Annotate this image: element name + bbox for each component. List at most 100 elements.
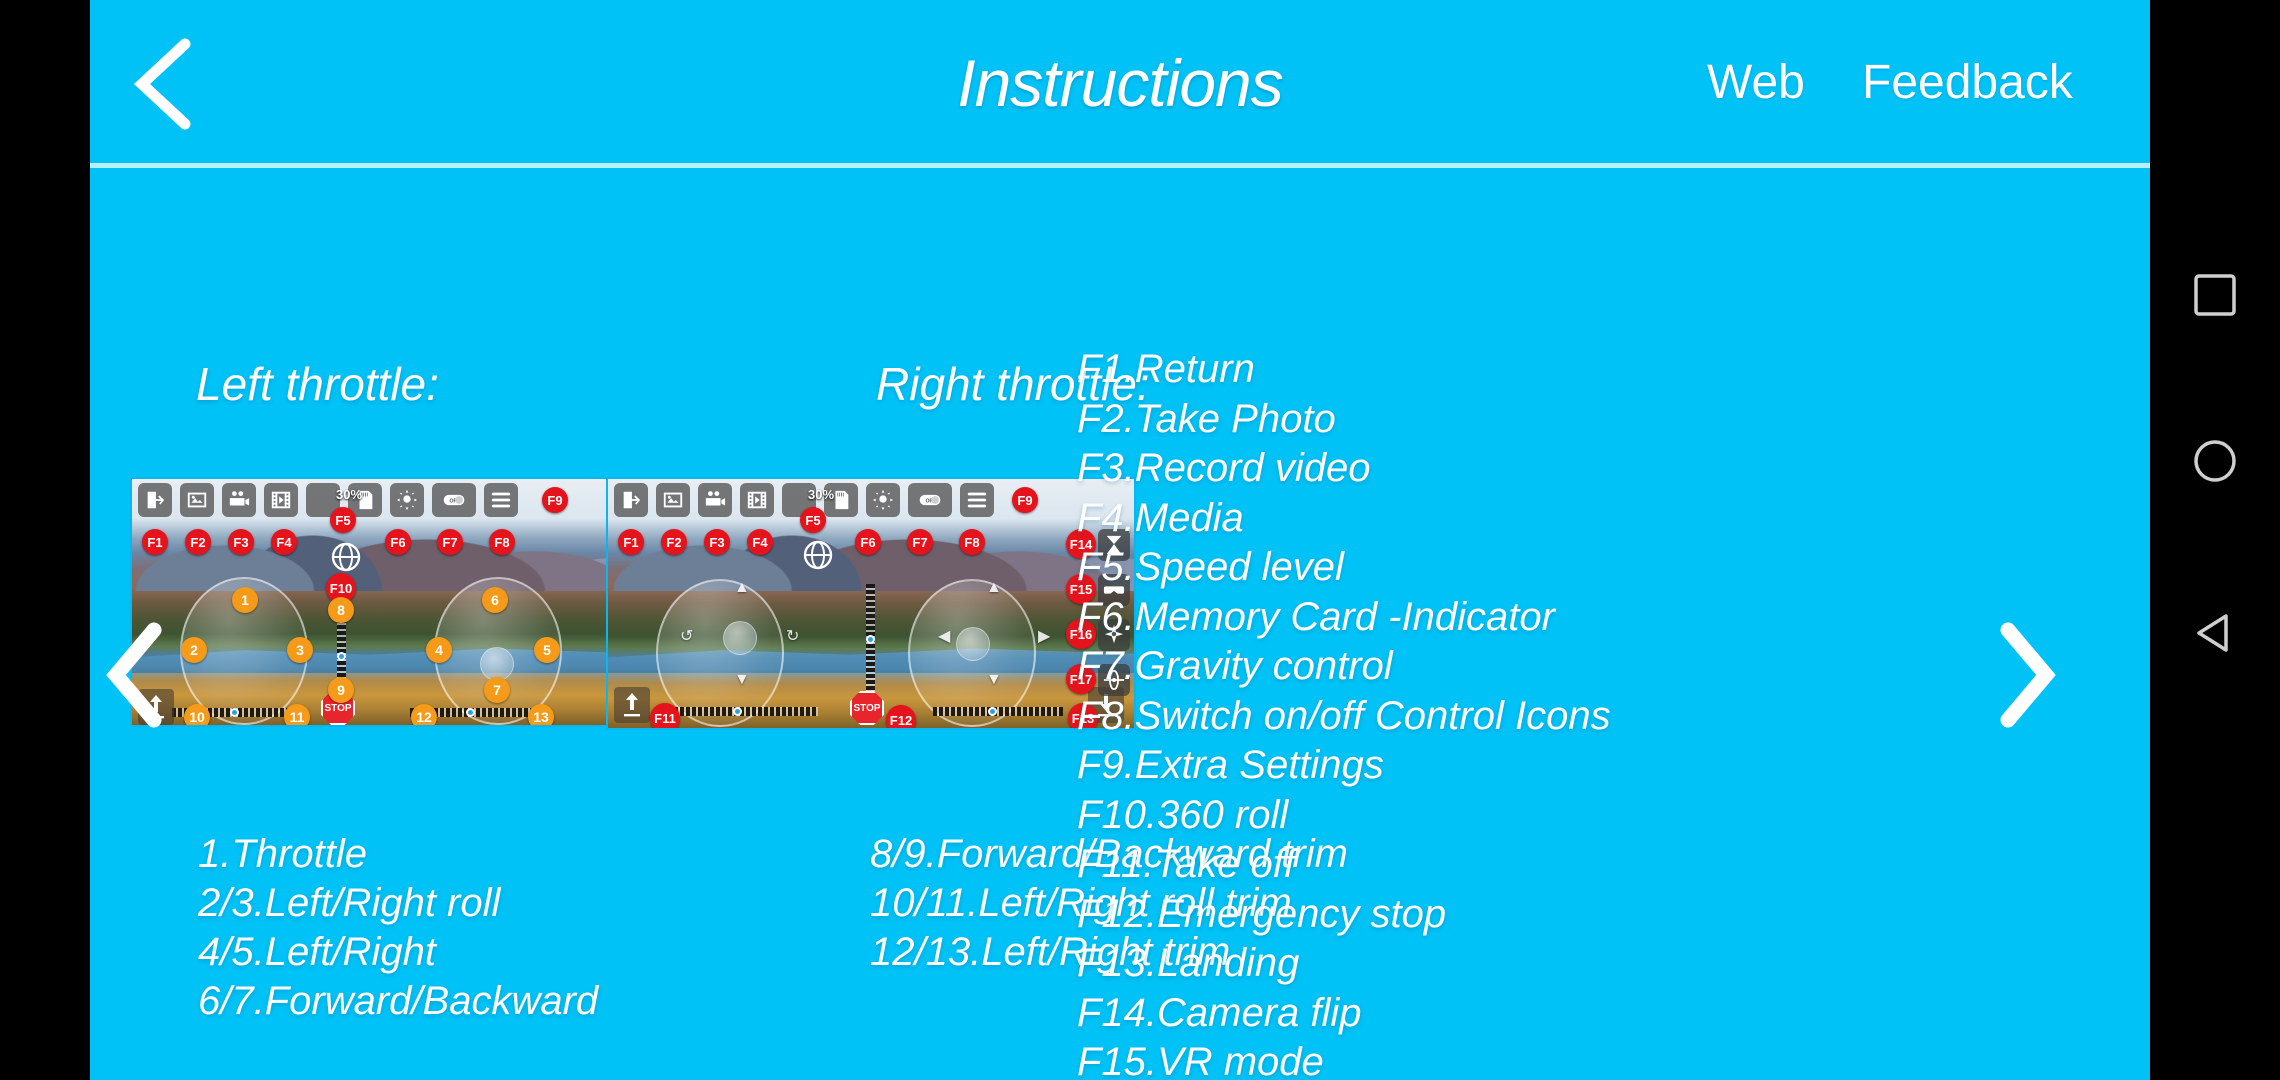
right-joystick-knob[interactable] — [480, 647, 514, 681]
caption-line: 4/5.Left/Right — [198, 930, 436, 974]
f-badge: F8 — [489, 529, 515, 555]
menu-icon[interactable] — [484, 483, 518, 517]
pitch-trim-thumb[interactable] — [866, 635, 875, 644]
web-button[interactable]: Web — [1707, 0, 1805, 165]
function-item: F5.Speed level — [1077, 545, 1344, 589]
chevron-left-icon — [106, 622, 162, 728]
f-badge: F9 — [1012, 487, 1038, 513]
f-badge: F8 — [959, 529, 985, 555]
roll-trim-thumb[interactable] — [230, 708, 239, 717]
360-roll-icon[interactable] — [800, 537, 836, 573]
number-badge: 11 — [284, 704, 310, 725]
rotate-right-icon: ↻ — [786, 628, 800, 645]
360-roll-icon[interactable] — [328, 539, 364, 575]
right-throttle-diagram: OFF 30% F1 F2 F3 F4 F5 F6 F7 F8 F9 ▲ ▼ ↺… — [606, 477, 1136, 730]
caption-line: 2/3.Left/Right roll — [198, 881, 501, 925]
photo-icon[interactable] — [656, 483, 690, 517]
toggle-off-icon[interactable]: OFF — [908, 483, 952, 517]
carousel-next-button[interactable] — [1992, 620, 2062, 730]
toggle-off-icon[interactable]: OFF — [432, 483, 476, 517]
yaw-trim-thumb[interactable] — [988, 707, 997, 716]
roll-trim-thumb[interactable] — [733, 707, 742, 716]
number-badge: 7 — [484, 677, 510, 703]
f-badge: F3 — [704, 529, 730, 555]
f-badge: F5 — [800, 507, 826, 533]
number-badge: 2 — [181, 637, 207, 663]
function-item: F13.Landing — [1077, 941, 1300, 985]
number-badge: 8 — [328, 597, 354, 623]
number-badge: 13 — [528, 704, 554, 725]
function-item: F12.Emergency stop — [1077, 891, 1447, 936]
up-arrow-hint: ▲ — [986, 579, 1002, 596]
page-title: Instructions — [957, 45, 1283, 120]
number-badge: 12 — [411, 704, 437, 725]
function-item: F2.Take Photo — [1077, 396, 1336, 441]
photo-icon[interactable] — [180, 483, 214, 517]
function-item: F1.Return — [1077, 347, 1255, 391]
f-badge: F1 — [142, 529, 168, 555]
video-camera-icon[interactable] — [222, 483, 256, 517]
gravity-control-icon[interactable] — [866, 483, 900, 517]
pitch-trim-thumb[interactable] — [337, 652, 346, 661]
f-badge: F9 — [542, 487, 568, 513]
f-badge: F4 — [747, 529, 773, 555]
drone-toolbar: OFF — [138, 483, 518, 517]
android-home-button[interactable] — [2192, 438, 2238, 489]
left-joystick-knob[interactable] — [723, 621, 757, 655]
app-header: Instructions Web Feedback — [90, 0, 2150, 168]
rotate-left-icon: ↺ — [680, 628, 694, 645]
number-badge: 5 — [534, 637, 560, 663]
number-badge: 3 — [287, 637, 313, 663]
speed-percent-label: 30% — [808, 487, 835, 502]
f-badge: F3 — [228, 529, 254, 555]
media-film-icon[interactable] — [740, 483, 774, 517]
feedback-button[interactable]: Feedback — [1862, 0, 2073, 165]
function-item: F6.Memory Card -Indicator — [1077, 594, 1555, 639]
carousel-prev-button[interactable] — [98, 620, 168, 730]
video-camera-icon[interactable] — [698, 483, 732, 517]
roll-trim-slider[interactable] — [668, 707, 818, 716]
android-back-button[interactable] — [2192, 610, 2238, 661]
left-joystick[interactable] — [656, 579, 784, 727]
yaw-trim-thumb[interactable] — [466, 708, 475, 717]
exit-icon[interactable] — [614, 483, 648, 517]
circle-home-icon — [2194, 440, 2236, 482]
takeoff-button[interactable] — [614, 687, 650, 723]
caption-line: 1.Throttle — [198, 832, 367, 876]
menu-icon[interactable] — [960, 483, 994, 517]
instructions-body: Left throttle: Right throttle: OFF 30% F… — [90, 165, 2150, 1080]
function-item: F9.Extra Settings — [1077, 743, 1384, 787]
function-item: F7.Gravity control — [1077, 644, 1393, 688]
f-badge: F2 — [661, 529, 687, 555]
function-item: F10.360 roll — [1077, 792, 1289, 837]
gravity-control-icon[interactable] — [390, 483, 424, 517]
device-bezel-left — [0, 0, 90, 1080]
f-badge: F1 — [618, 529, 644, 555]
function-item: F8.Switch on/off Control Icons — [1077, 693, 1611, 738]
yaw-trim-slider[interactable] — [933, 707, 1063, 716]
up-arrow-hint: ▲ — [734, 579, 750, 596]
left-throttle-diagram: OFF 30% F1 F2 F3 F4 F5 F6 F7 F8 F9 F10 S… — [130, 477, 650, 727]
function-item: F14.Camera flip — [1077, 990, 1362, 1035]
f-badge: F7 — [907, 529, 933, 555]
f-badge: F11 — [650, 703, 680, 728]
f-badge: F7 — [437, 529, 463, 555]
app-viewport: Instructions Web Feedback Left throttle:… — [90, 0, 2150, 1080]
media-film-icon[interactable] — [264, 483, 298, 517]
android-recents-button[interactable] — [2192, 272, 2238, 323]
exit-icon[interactable] — [138, 483, 172, 517]
square-recents-icon — [2194, 274, 2236, 316]
function-legend-list: F1.Return F2.Take Photo F3.Record video … — [1077, 345, 1611, 1080]
function-item: F11.Take off — [1077, 842, 1295, 886]
f-badge: F4 — [271, 529, 297, 555]
function-item: F15.VR mode — [1077, 1040, 1324, 1080]
down-arrow-hint: ▼ — [734, 671, 750, 688]
number-badge: 10 — [184, 704, 210, 725]
function-item: F3.Record video — [1077, 446, 1371, 490]
function-item: F4.Media — [1077, 495, 1244, 540]
number-badge: 4 — [426, 637, 452, 663]
chevron-right-icon — [2000, 622, 2056, 728]
f-badge: F12 — [886, 705, 916, 728]
right-joystick-knob[interactable] — [956, 627, 990, 661]
device-bezel-right — [2150, 0, 2280, 1080]
